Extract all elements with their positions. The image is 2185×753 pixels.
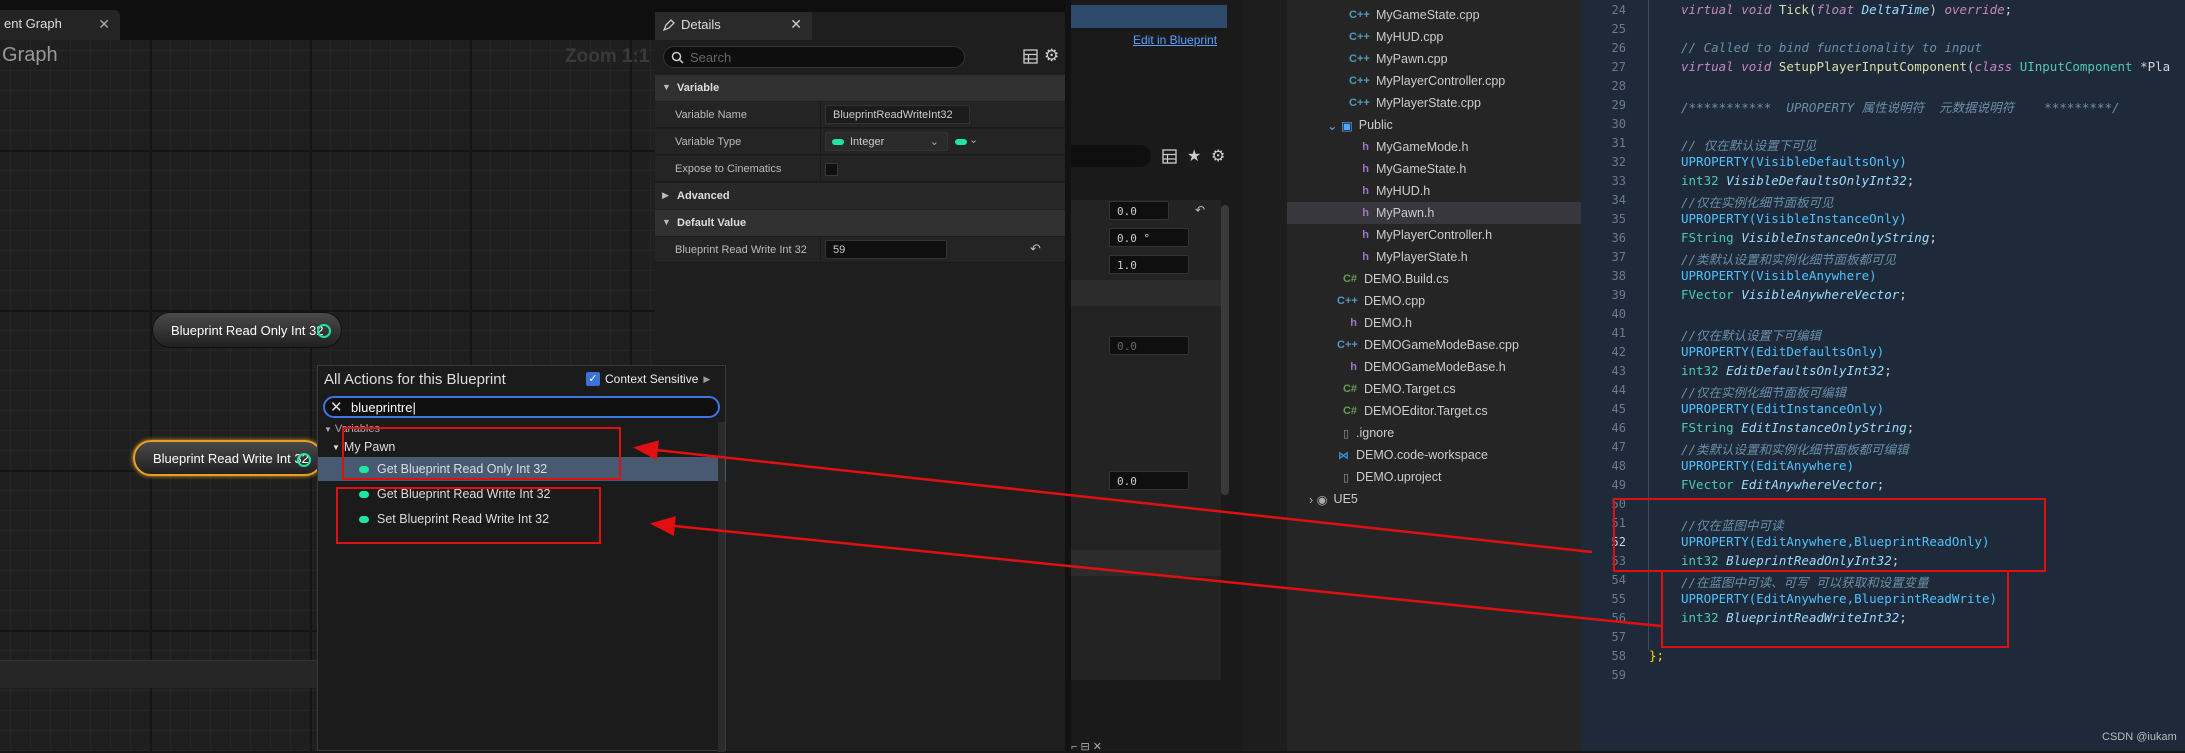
annotation-arrows: [633, 440, 1662, 628]
arrow-read-write: [650, 516, 1662, 628]
